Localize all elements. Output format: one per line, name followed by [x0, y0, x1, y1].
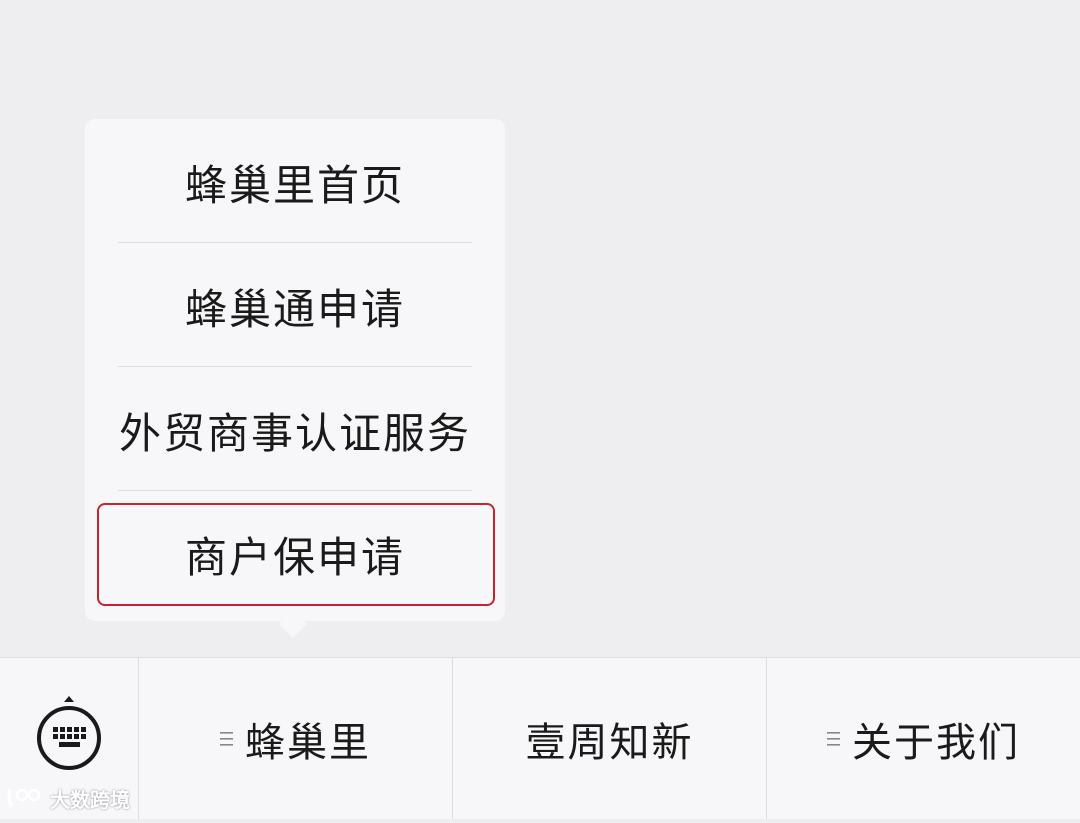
divider	[118, 366, 472, 367]
submenu-item-apply-fengchaotong[interactable]: 蜂巢通申请	[85, 245, 505, 367]
watermark: 大数跨境	[6, 783, 130, 813]
divider	[118, 242, 472, 243]
submenu-item-label: 蜂巢里首页	[184, 160, 405, 210]
bottom-menu-bar: 蜂巢里 壹周知新 关于我们	[0, 657, 1080, 819]
tab-fengchaoli[interactable]: 蜂巢里	[139, 658, 452, 819]
divider	[118, 490, 472, 491]
submenu-item-trade-certification[interactable]: 外贸商事认证服务	[85, 369, 505, 491]
submenu-item-label: 蜂巢通申请	[184, 284, 405, 334]
menu-lines-icon	[827, 731, 840, 746]
highlight-outline	[97, 503, 495, 606]
submenu-item-home[interactable]: 蜂巢里首页	[85, 121, 505, 243]
watermark-logo-icon	[7, 788, 41, 808]
menu-lines-icon	[220, 731, 233, 746]
tab-about-us[interactable]: 关于我们	[767, 658, 1080, 819]
submenu-item-label: 外贸商事认证服务	[118, 408, 471, 458]
tab-weekly-news[interactable]: 壹周知新	[453, 658, 766, 819]
tab-label: 蜂巢里	[245, 719, 371, 766]
tab-label: 壹周知新	[525, 719, 694, 766]
watermark-text: 大数跨境	[50, 787, 130, 812]
tab-label: 关于我们	[852, 719, 1020, 766]
